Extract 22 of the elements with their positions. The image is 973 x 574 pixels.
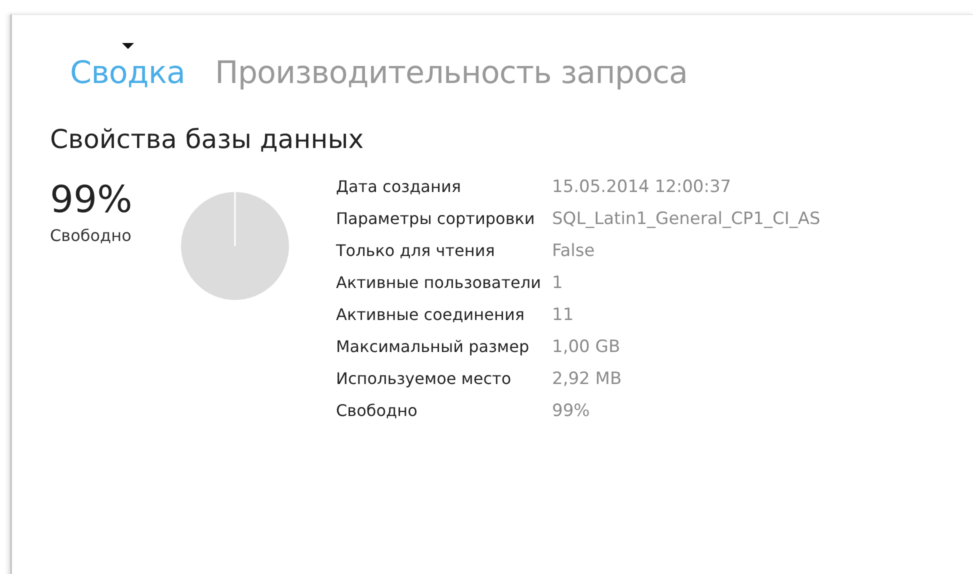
property-name: Активные соединения (336, 304, 526, 326)
property-name: Используемое место (336, 368, 512, 390)
property-name: Только для чтения (336, 240, 496, 262)
property-value: 11 (552, 304, 575, 327)
property-name: Активные пользователи (336, 272, 542, 294)
property-value: False (552, 240, 596, 263)
section-title: Свойства базы данных (50, 125, 365, 155)
property-value: SQL_Latin1_General_CP1_CI_AS (552, 208, 820, 231)
property-value: 1,00 GB (552, 336, 622, 359)
tab[interactable]: Сводка (70, 55, 186, 91)
property-name: Параметры сортировки (336, 208, 536, 230)
property-name: Максимальный размер (336, 336, 530, 358)
property-name: Дата создания (336, 176, 462, 198)
property-value: 15.05.2014 12:00:37 (552, 176, 732, 199)
free-label: Свободно (50, 226, 132, 245)
caret-icon (122, 43, 134, 49)
tab[interactable]: Производительность запроса (215, 55, 688, 91)
property-value: 99% (552, 400, 591, 423)
property-name: Свободно (336, 400, 418, 422)
property-value: 1 (552, 272, 564, 295)
free-percentage: 99% (50, 181, 134, 218)
property-value: 2,92 MB (552, 368, 623, 391)
